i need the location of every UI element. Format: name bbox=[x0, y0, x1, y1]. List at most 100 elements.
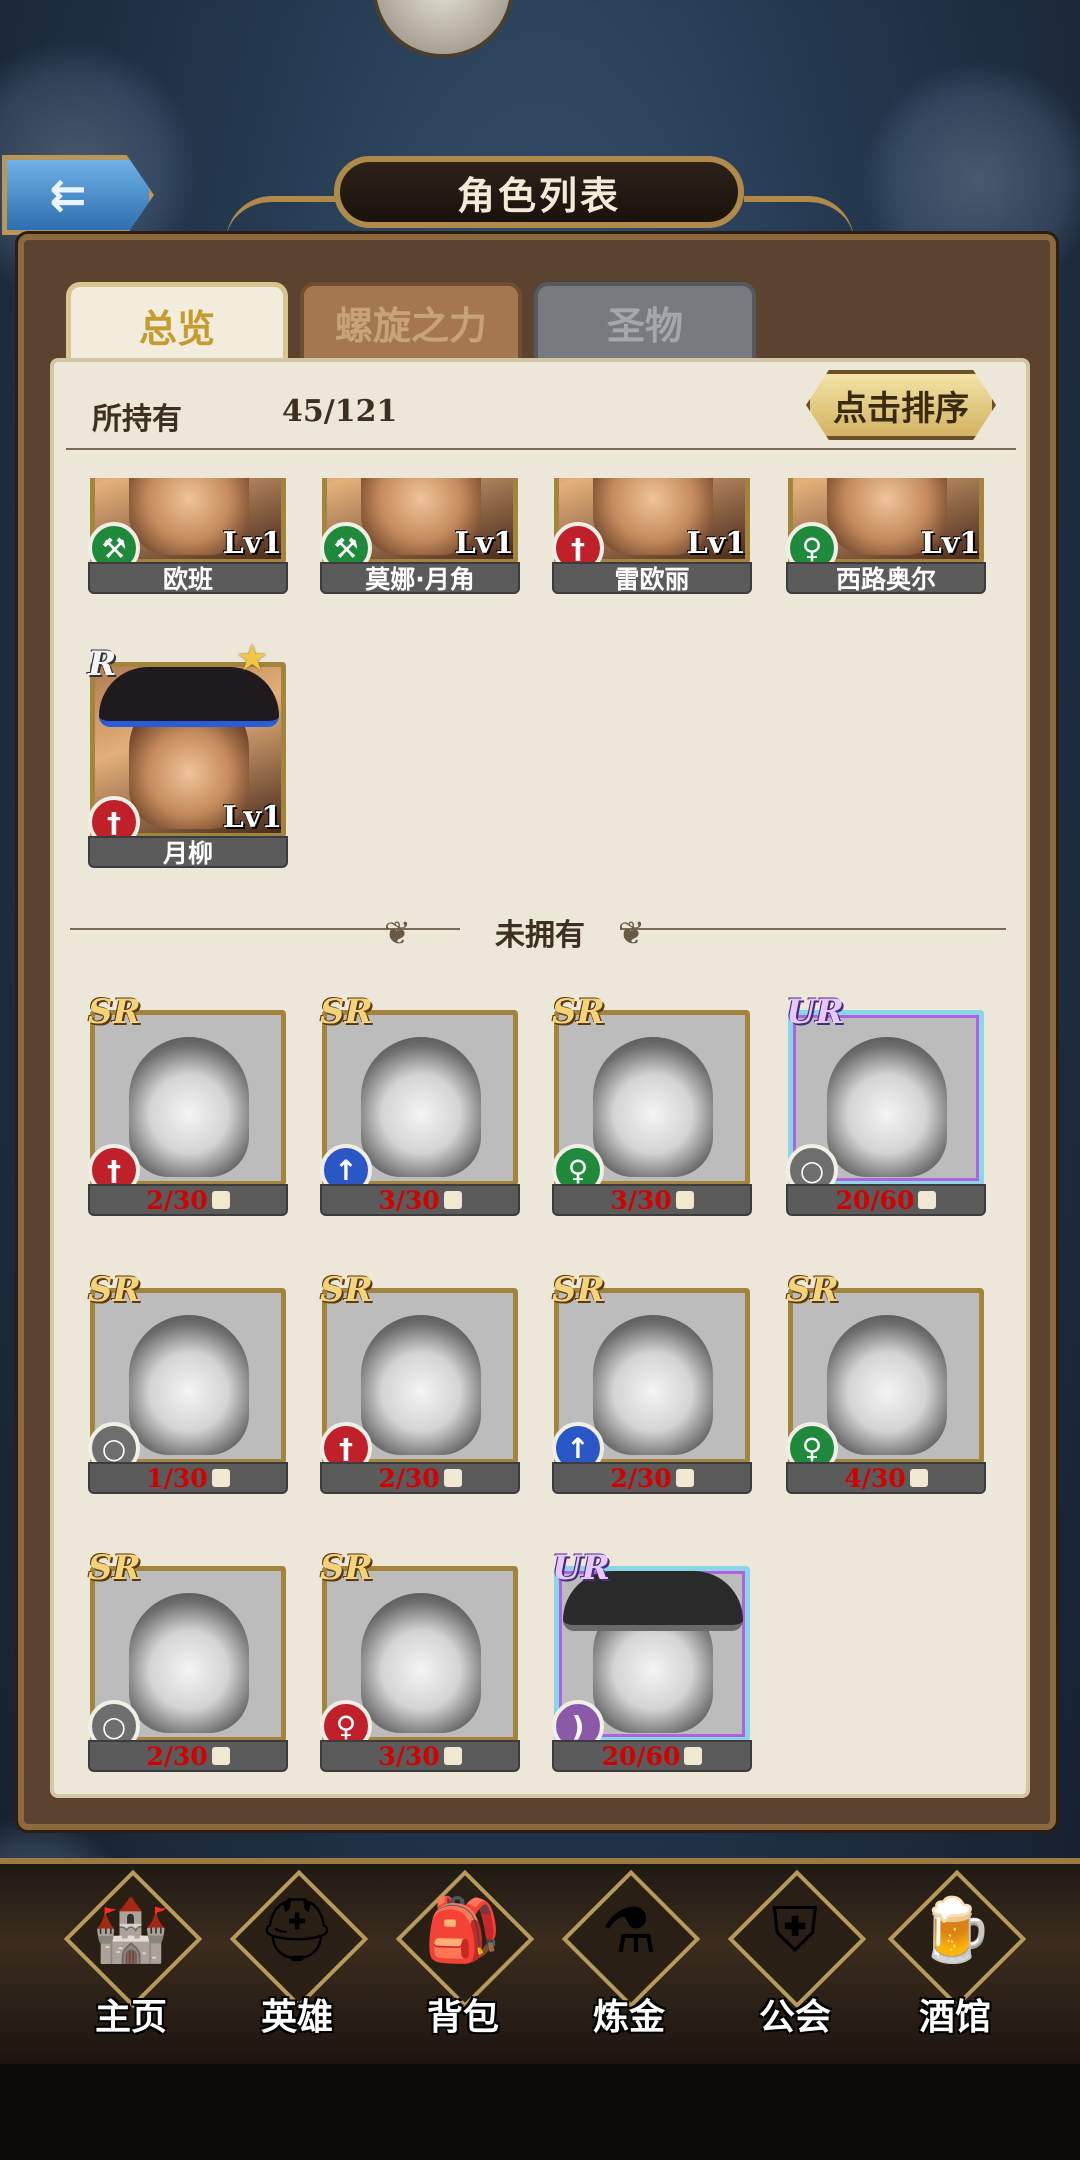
nav-home[interactable]: 🏰 主页 bbox=[56, 1869, 206, 2040]
portrait-face bbox=[129, 1037, 249, 1177]
rarity-badge: SR bbox=[320, 1270, 373, 1310]
nav-tavern[interactable]: 🍺 酒馆 bbox=[880, 1869, 1030, 2040]
fragment-bar: 4/30 bbox=[786, 1462, 986, 1494]
nav-label: 公会 bbox=[758, 1997, 831, 2038]
flask-icon: ⚗ bbox=[601, 1893, 657, 1967]
rarity-badge: R bbox=[88, 644, 117, 684]
fragment-count: 2/30 bbox=[146, 1185, 208, 1215]
portrait-face bbox=[361, 1037, 481, 1177]
tab-relics[interactable]: 圣物 bbox=[534, 282, 756, 362]
fragment-count: 3/30 bbox=[610, 1185, 672, 1215]
shield-icon: ⛨ bbox=[771, 1893, 819, 1966]
character-card[interactable]: SR ♀ 3/30 bbox=[552, 982, 752, 1216]
top-medallion bbox=[372, 0, 514, 58]
puzzle-piece-icon bbox=[443, 1469, 462, 1487]
sort-button[interactable]: 点击排序 bbox=[806, 370, 996, 440]
rarity-badge: SR bbox=[88, 1548, 141, 1588]
level-label: Lv1 bbox=[222, 800, 282, 835]
beer-mug-icon: 🍺 bbox=[916, 1893, 994, 1966]
fragment-count: 2/30 bbox=[378, 1463, 440, 1493]
character-card[interactable]: SR † 2/30 bbox=[320, 1260, 520, 1494]
puzzle-piece-icon bbox=[211, 1191, 230, 1209]
puzzle-piece-icon bbox=[675, 1469, 694, 1487]
puzzle-piece-icon bbox=[675, 1191, 694, 1209]
character-card[interactable]: SR ↑ 3/30 bbox=[320, 982, 520, 1216]
rarity-badge: SR bbox=[552, 992, 605, 1032]
fragment-count: 4/30 bbox=[844, 1463, 906, 1493]
character-card[interactable]: UR ○ 20/60 bbox=[786, 982, 986, 1216]
level-label: Lv1 bbox=[222, 526, 282, 561]
nav-guild[interactable]: ⛨ 公会 bbox=[720, 1869, 870, 2040]
portrait-face bbox=[361, 1315, 481, 1455]
character-card[interactable]: R ★ † Lv1 月柳 bbox=[88, 634, 288, 868]
swirl-ornament-icon: ❦ bbox=[384, 914, 411, 952]
nav-label: 背包 bbox=[426, 1997, 499, 2038]
character-card[interactable]: † Lv1 雷欧丽 bbox=[552, 478, 752, 594]
nav-label: 主页 bbox=[94, 1997, 167, 2038]
fragment-bar: 1/30 bbox=[88, 1462, 288, 1494]
puzzle-piece-icon bbox=[211, 1747, 230, 1765]
fragment-bar: 20/60 bbox=[552, 1740, 752, 1772]
fragment-bar: 2/30 bbox=[552, 1462, 752, 1494]
character-card[interactable]: SR ♀ 4/30 bbox=[786, 1260, 986, 1494]
header-divider bbox=[66, 448, 1016, 450]
scroll-content: ⚒ Lv1 欧班 ⚒ Lv1 莫娜·月角 † Lv1 雷欧丽 ♀ Lv1 西路奥… bbox=[0, 478, 1080, 1798]
tab-label: 螺旋之力 bbox=[334, 303, 487, 348]
fragment-bar: 20/60 bbox=[786, 1184, 986, 1216]
character-card[interactable]: SR ↑ 2/30 bbox=[552, 1260, 752, 1494]
portrait-face bbox=[827, 1315, 947, 1455]
character-card[interactable]: SR ○ 2/30 bbox=[88, 1538, 288, 1772]
fragment-bar: 2/30 bbox=[88, 1740, 288, 1772]
tab-label: 总览 bbox=[138, 306, 215, 351]
character-name: 欧班 bbox=[88, 562, 288, 594]
level-label: Lv1 bbox=[920, 526, 980, 561]
back-button[interactable]: ⇇ bbox=[2, 155, 154, 235]
page-title: 角色列表 bbox=[456, 173, 621, 218]
portrait-face bbox=[129, 1593, 249, 1733]
owned-label: 所持有 bbox=[92, 402, 182, 437]
rarity-badge: UR bbox=[552, 1548, 610, 1588]
page-title-plate: 角色列表 bbox=[334, 156, 744, 228]
fragment-count: 1/30 bbox=[146, 1463, 208, 1493]
character-list-scroll[interactable]: ⚒ Lv1 欧班 ⚒ Lv1 莫娜·月角 † Lv1 雷欧丽 ♀ Lv1 西路奥… bbox=[0, 478, 1080, 1798]
fragment-bar: 2/30 bbox=[88, 1184, 288, 1216]
portrait-face bbox=[593, 1037, 713, 1177]
back-arrow-icon: ⇇ bbox=[49, 169, 87, 221]
portrait-face bbox=[361, 1593, 481, 1733]
nav-alchemy[interactable]: ⚗ 炼金 bbox=[554, 1869, 704, 2040]
character-name: 西路奥尔 bbox=[786, 562, 986, 594]
fragment-count: 3/30 bbox=[378, 1185, 440, 1215]
portrait-face bbox=[827, 1037, 947, 1177]
character-card[interactable]: ⚒ Lv1 莫娜·月角 bbox=[320, 478, 520, 594]
fragment-count: 2/30 bbox=[146, 1741, 208, 1771]
fragment-count: 20/60 bbox=[601, 1741, 681, 1771]
puzzle-piece-icon bbox=[443, 1747, 462, 1765]
swirl-ornament-icon: ❦ bbox=[618, 914, 645, 952]
character-card[interactable]: SR ♀ 3/30 bbox=[320, 1538, 520, 1772]
rarity-badge: SR bbox=[88, 1270, 141, 1310]
tab-overview[interactable]: 总览 bbox=[66, 282, 288, 368]
character-card[interactable]: SR † 2/30 bbox=[88, 982, 288, 1216]
rarity-badge: UR bbox=[786, 992, 844, 1032]
puzzle-piece-icon bbox=[909, 1469, 928, 1487]
tab-spiral-power[interactable]: 螺旋之力 bbox=[300, 282, 522, 362]
level-label: Lv1 bbox=[686, 526, 746, 561]
character-card[interactable]: ⚒ Lv1 欧班 bbox=[88, 478, 288, 594]
puzzle-piece-icon bbox=[918, 1191, 937, 1209]
rarity-badge: SR bbox=[88, 992, 141, 1032]
character-card[interactable]: ♀ Lv1 西路奥尔 bbox=[786, 478, 986, 594]
nav-label: 酒馆 bbox=[918, 1997, 991, 2038]
rarity-badge: SR bbox=[320, 1548, 373, 1588]
character-card[interactable]: SR ○ 1/30 bbox=[88, 1260, 288, 1494]
portrait-face bbox=[593, 1315, 713, 1455]
backpack-icon: 🎒 bbox=[424, 1893, 502, 1966]
nav-bag[interactable]: 🎒 背包 bbox=[388, 1869, 538, 2040]
character-name: 月柳 bbox=[88, 836, 288, 868]
fragment-count: 3/30 bbox=[378, 1741, 440, 1771]
fragment-count: 2/30 bbox=[610, 1463, 672, 1493]
portrait-face bbox=[129, 1315, 249, 1455]
castle-icon: 🏰 bbox=[92, 1893, 170, 1966]
character-name: 莫娜·月角 bbox=[320, 562, 520, 594]
nav-heroes[interactable]: ⛑ 英雄 bbox=[222, 1869, 372, 2040]
character-card[interactable]: UR ) 20/60 bbox=[552, 1538, 752, 1772]
